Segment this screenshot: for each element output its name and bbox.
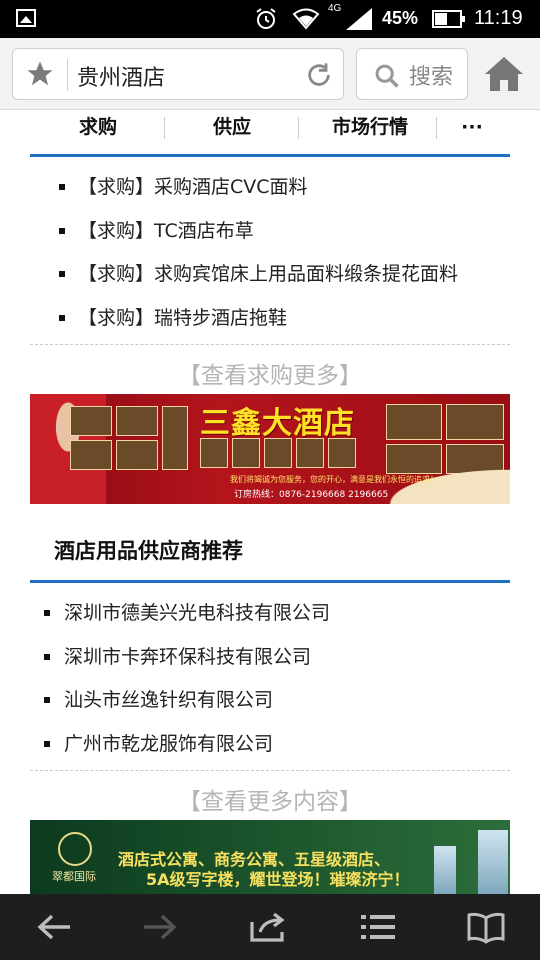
bookmark-star-icon[interactable] bbox=[25, 59, 55, 89]
bullet bbox=[44, 741, 50, 747]
back-arrow-icon[interactable] bbox=[34, 910, 74, 944]
bullet bbox=[59, 184, 65, 190]
purchase-list: 【求购】采购酒店CVC面料 【求购】TC酒店布草 【求购】求购宾馆床上用品面料缎… bbox=[30, 172, 510, 332]
room-photo bbox=[116, 406, 158, 436]
status-bar: 4G 45% 11:19 bbox=[0, 0, 540, 38]
building-graphic bbox=[478, 830, 508, 894]
list-item-text[interactable]: 【求购】TC酒店布草 bbox=[78, 216, 254, 246]
building-graphic bbox=[434, 846, 456, 894]
list-item[interactable]: 广州市乾龙服饰有限公司 bbox=[30, 729, 510, 759]
list-item-text[interactable]: 广州市乾龙服饰有限公司 bbox=[64, 729, 273, 759]
tab-divider bbox=[298, 117, 299, 139]
bullet bbox=[44, 610, 50, 616]
list-item[interactable]: 【求购】采购酒店CVC面料 bbox=[30, 172, 510, 202]
brand-logo-icon bbox=[58, 832, 92, 866]
tab-supply[interactable]: 供应 bbox=[174, 112, 290, 142]
list-item[interactable]: 深圳市卡奔环保科技有限公司 bbox=[30, 642, 510, 672]
alarm-icon bbox=[256, 8, 276, 29]
list-item-text[interactable]: 【求购】采购酒店CVC面料 bbox=[78, 172, 308, 202]
room-photo bbox=[162, 406, 188, 470]
tab-divider bbox=[436, 117, 437, 139]
hotel-ad-banner[interactable]: 三鑫大酒店 我们将竭诚为您服务，您的开心，满意是我们永恒的追求！ 订房热线：08… bbox=[30, 394, 510, 504]
room-photo bbox=[386, 404, 442, 440]
banner-slogan: 我们将竭诚为您服务，您的开心，满意是我们永恒的追求！ bbox=[230, 475, 438, 484]
bullet bbox=[59, 315, 65, 321]
dashed-divider bbox=[30, 344, 510, 345]
browser-bottom-bar bbox=[0, 894, 540, 960]
battery-percent: 45% bbox=[382, 8, 419, 28]
list-item-text[interactable]: 深圳市卡奔环保科技有限公司 bbox=[64, 642, 311, 672]
network-type: 4G bbox=[328, 3, 342, 14]
room-photo bbox=[232, 438, 260, 468]
list-item[interactable]: 深圳市德美兴光电科技有限公司 bbox=[30, 598, 510, 628]
address-text[interactable]: 贵州酒店 bbox=[77, 60, 165, 92]
category-tabs: 求购 供应 市场行情 ··· bbox=[30, 112, 510, 154]
banner-line-2: 5A级写字楼，耀世登场！璀璨济宁！ bbox=[146, 870, 410, 889]
room-photo bbox=[264, 438, 292, 468]
signal-icon bbox=[346, 8, 372, 30]
list-item[interactable]: 【求购】TC酒店布草 bbox=[30, 216, 510, 246]
address-bar[interactable]: 贵州酒店 bbox=[12, 48, 344, 100]
room-photo bbox=[70, 440, 112, 470]
bullet bbox=[59, 228, 65, 234]
battery-icon bbox=[432, 10, 465, 28]
room-photo bbox=[446, 404, 504, 440]
search-icon bbox=[375, 64, 399, 88]
list-item-text[interactable]: 汕头市丝逸针织有限公司 bbox=[64, 685, 273, 715]
bullet bbox=[59, 271, 65, 277]
room-photo bbox=[70, 406, 112, 436]
section-divider bbox=[30, 580, 510, 583]
share-icon[interactable] bbox=[248, 910, 288, 944]
room-photo bbox=[328, 438, 356, 468]
banner-title: 三鑫大酒店 bbox=[200, 406, 355, 441]
list-item[interactable]: 【求购】求购宾馆床上用品面料缎条提花面料 bbox=[30, 259, 510, 289]
clock: 11:19 bbox=[474, 7, 523, 29]
room-photo bbox=[200, 438, 228, 468]
banner-phone: 订房热线：0876-2196668 2196665 bbox=[234, 490, 389, 500]
reload-icon[interactable] bbox=[305, 61, 333, 89]
bullet bbox=[44, 654, 50, 660]
search-button-label: 搜索 bbox=[409, 65, 454, 90]
browser-toolbar: 贵州酒店 搜索 bbox=[0, 38, 540, 110]
home-icon[interactable] bbox=[482, 54, 526, 94]
list-item-text[interactable]: 深圳市德美兴光电科技有限公司 bbox=[64, 598, 330, 628]
brand-name: 翠都国际 bbox=[52, 870, 96, 883]
tab-divider bbox=[164, 117, 165, 139]
forward-arrow-icon[interactable] bbox=[140, 910, 180, 944]
supplier-section-title: 酒店用品供应商推荐 bbox=[54, 539, 243, 563]
section-divider bbox=[30, 154, 510, 157]
search-button[interactable]: 搜索 bbox=[356, 48, 468, 100]
wifi-icon bbox=[292, 8, 320, 30]
image-notification-icon bbox=[16, 9, 36, 27]
tab-more[interactable]: ··· bbox=[444, 112, 500, 142]
tab-market[interactable]: 市场行情 bbox=[308, 112, 432, 142]
list-item[interactable]: 【求购】瑞特步酒店拖鞋 bbox=[30, 303, 510, 333]
tab-purchase[interactable]: 求购 bbox=[40, 112, 156, 142]
list-item-text[interactable]: 【求购】求购宾馆床上用品面料缎条提花面料 bbox=[78, 259, 458, 289]
list-item-text[interactable]: 【求购】瑞特步酒店拖鞋 bbox=[78, 303, 287, 333]
list-item[interactable]: 汕头市丝逸针织有限公司 bbox=[30, 685, 510, 715]
bookmarks-book-icon[interactable] bbox=[466, 910, 506, 944]
apartment-ad-banner[interactable]: 翠都国际 酒店式公寓、商务公寓、五星级酒店、 5A级写字楼，耀世登场！璀璨济宁！ bbox=[30, 820, 510, 894]
dashed-divider bbox=[30, 770, 510, 771]
address-bar-divider bbox=[67, 59, 68, 91]
room-photo bbox=[296, 438, 324, 468]
supplier-list: 深圳市德美兴光电科技有限公司 深圳市卡奔环保科技有限公司 汕头市丝逸针织有限公司… bbox=[30, 598, 510, 758]
more-content-link[interactable]: 【查看更多内容】 bbox=[30, 782, 510, 816]
room-photo bbox=[116, 440, 158, 470]
menu-list-icon[interactable] bbox=[358, 910, 398, 944]
bullet bbox=[44, 697, 50, 703]
more-purchase-link[interactable]: 【查看求购更多】 bbox=[30, 356, 510, 390]
